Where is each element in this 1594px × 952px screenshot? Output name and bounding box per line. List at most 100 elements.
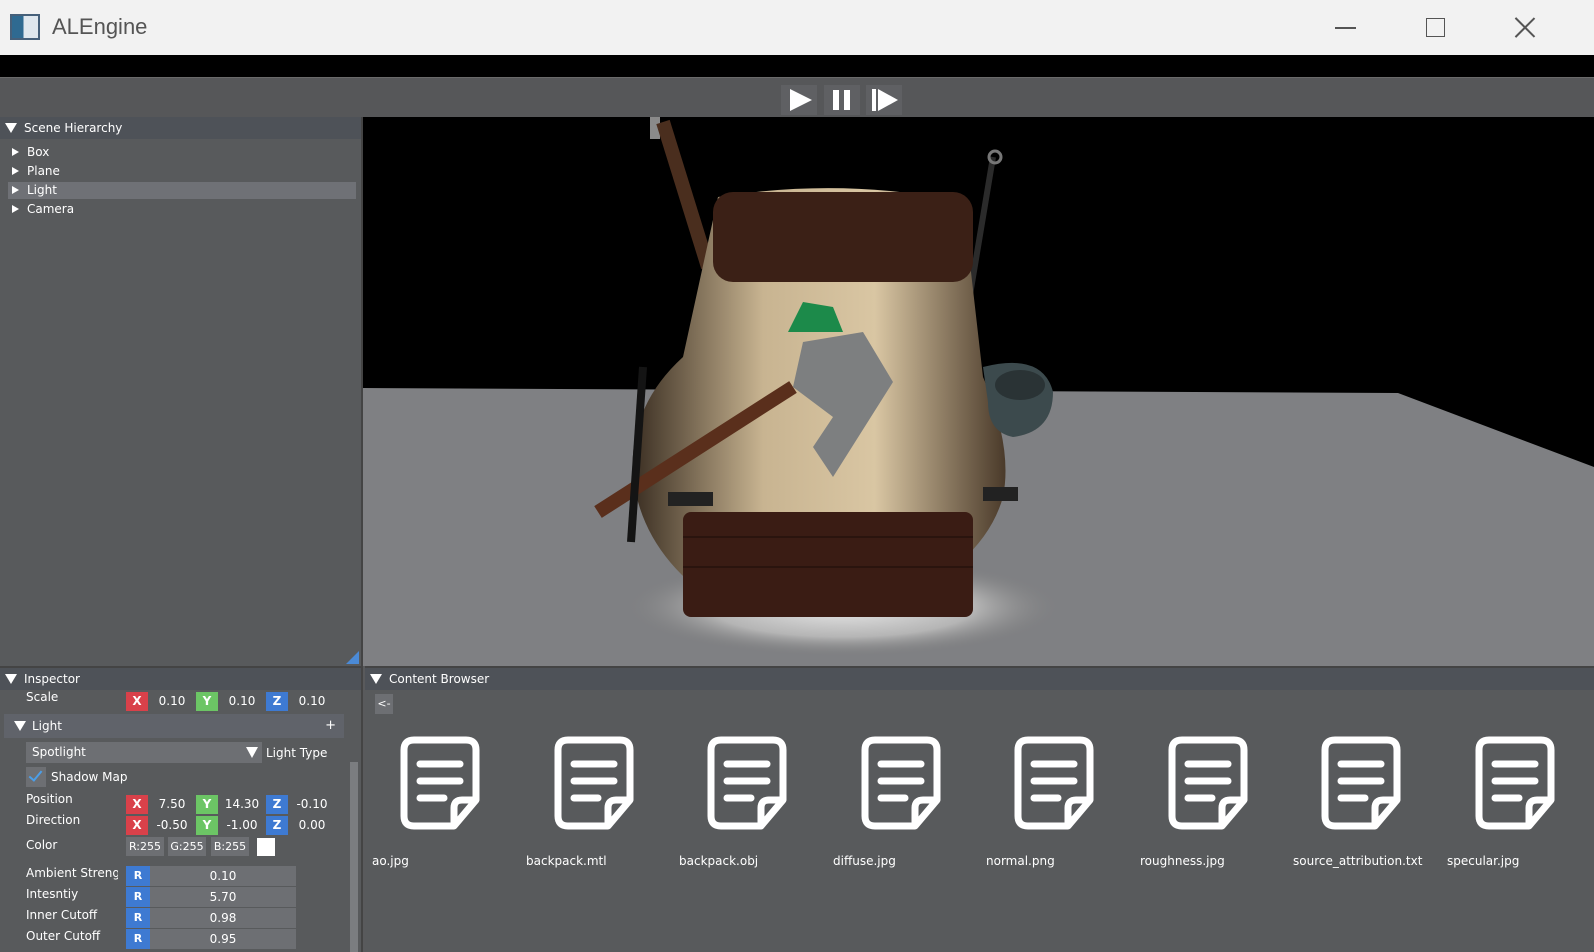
file-name: ao.jpg — [372, 854, 409, 868]
position-z-field[interactable]: -0.10 — [288, 795, 336, 814]
add-component-button[interactable]: + — [325, 714, 336, 738]
inspector-header[interactable]: Inspector — [0, 668, 361, 690]
app-icon — [10, 14, 40, 40]
step-button[interactable] — [866, 85, 902, 115]
back-button[interactable]: <- — [375, 694, 393, 714]
file-document-icon — [1168, 736, 1248, 830]
color-r-field[interactable]: R:255 — [126, 837, 164, 856]
scene-hierarchy-header[interactable]: Scene Hierarchy — [0, 117, 361, 139]
expand-arrow-icon — [12, 148, 19, 156]
file-document-icon — [707, 736, 787, 830]
direction-y-field[interactable]: -1.00 — [218, 816, 266, 835]
collapse-arrow-icon — [5, 674, 17, 684]
minimize-button[interactable] — [1300, 0, 1390, 55]
content-browser-title: Content Browser — [389, 672, 490, 686]
expand-arrow-icon — [12, 167, 19, 175]
file-item[interactable]: specular.jpg — [1447, 736, 1594, 876]
file-item[interactable]: source_attribution.txt — [1293, 736, 1443, 876]
scale-y-axis: Y — [196, 692, 218, 711]
maximize-icon — [1426, 18, 1445, 37]
inspector-title: Inspector — [24, 672, 80, 686]
viewport-render — [363, 117, 1594, 666]
file-document-icon — [1475, 736, 1555, 830]
expand-arrow-icon — [12, 205, 19, 213]
hierarchy-item-label: Box — [27, 145, 50, 159]
expand-arrow-icon — [12, 186, 19, 194]
play-button[interactable] — [781, 85, 817, 115]
collapse-arrow-icon — [5, 123, 17, 133]
scale-z-axis: Z — [266, 692, 288, 711]
position-x-axis: X — [126, 795, 148, 814]
position-y-axis: Y — [196, 795, 218, 814]
file-item[interactable]: diffuse.jpg — [833, 736, 983, 876]
inner-cutoff-label: Inner Cutoff — [26, 908, 98, 922]
direction-y-axis: Y — [196, 816, 218, 835]
checkmark-icon — [28, 767, 43, 782]
hierarchy-item-light[interactable]: Light — [8, 182, 356, 199]
resize-grip-icon[interactable] — [346, 651, 359, 664]
inner-cutoff-channel: R — [126, 908, 150, 928]
minimize-icon — [1335, 27, 1356, 29]
light-section-header[interactable]: Light + — [4, 714, 344, 738]
play-icon — [790, 89, 812, 111]
intensity-value: 5.70 — [209, 890, 237, 904]
color-b-field[interactable]: B:255 — [211, 837, 249, 856]
outer-cutoff-label: Outer Cutoff — [26, 929, 101, 943]
file-document-icon — [861, 736, 941, 830]
position-label: Position — [26, 792, 73, 806]
scale-y-field[interactable]: 0.10 — [218, 692, 266, 711]
position-x-field[interactable]: 7.50 — [148, 795, 196, 814]
direction-z-field[interactable]: 0.00 — [288, 816, 336, 835]
playback-toolbar — [0, 77, 1594, 117]
file-item[interactable]: backpack.obj — [679, 736, 829, 876]
light-type-dropdown[interactable]: Spotlight — [26, 742, 262, 763]
inspector-scrollbar[interactable] — [350, 762, 358, 952]
scene-viewport[interactable] — [363, 117, 1594, 666]
direction-x-field[interactable]: -0.50 — [148, 816, 196, 835]
file-item[interactable]: roughness.jpg — [1140, 736, 1290, 876]
intensity-label: Intesntiy — [26, 887, 79, 901]
file-item[interactable]: ao.jpg — [372, 736, 522, 876]
direction-label: Direction — [26, 813, 81, 827]
file-document-icon — [1014, 736, 1094, 830]
intensity-channel: R — [126, 887, 150, 907]
position-y-field[interactable]: 14.30 — [218, 795, 266, 814]
shadow-map-label: Shadow Map — [51, 770, 128, 784]
file-document-icon — [1321, 736, 1401, 830]
pause-icon — [833, 90, 839, 110]
collapse-arrow-icon — [370, 674, 382, 684]
file-name: source_attribution.txt — [1293, 854, 1423, 868]
hierarchy-item-label: Light — [27, 183, 57, 197]
file-item[interactable]: normal.png — [986, 736, 1136, 876]
ambient-strength-label: Ambient Strength — [26, 866, 118, 880]
file-name: backpack.obj — [679, 854, 759, 868]
hierarchy-item-box[interactable]: Box — [8, 144, 356, 161]
maximize-button[interactable] — [1390, 0, 1480, 55]
inner-cutoff-value: 0.98 — [209, 911, 237, 925]
light-type-label: Light Type — [266, 746, 328, 760]
menu-strip — [0, 55, 1594, 77]
direction-z-axis: Z — [266, 816, 288, 835]
color-g-field[interactable]: G:255 — [168, 837, 206, 856]
position-z-axis: Z — [266, 795, 288, 814]
hierarchy-item-label: Camera — [27, 202, 75, 216]
pause-button[interactable] — [824, 85, 860, 115]
hierarchy-item-camera[interactable]: Camera — [8, 201, 356, 218]
scene-hierarchy-title: Scene Hierarchy — [24, 121, 123, 135]
scale-z-field[interactable]: 0.10 — [288, 692, 336, 711]
outer-cutoff-value: 0.95 — [209, 932, 237, 946]
color-label: Color — [26, 838, 58, 852]
color-swatch[interactable] — [257, 838, 275, 856]
shadow-map-checkbox[interactable] — [26, 767, 46, 787]
collapse-arrow-icon — [14, 721, 26, 731]
file-name: normal.png — [986, 854, 1055, 868]
file-name: diffuse.jpg — [833, 854, 896, 868]
scale-x-field[interactable]: 0.10 — [148, 692, 196, 711]
close-button[interactable] — [1480, 0, 1570, 55]
scene-hierarchy-panel: Scene Hierarchy Box Plane Light Camera — [0, 117, 363, 666]
file-name: specular.jpg — [1447, 854, 1520, 868]
content-browser-header[interactable]: Content Browser — [365, 668, 1594, 690]
hierarchy-item-plane[interactable]: Plane — [8, 163, 356, 180]
file-item[interactable]: backpack.mtl — [526, 736, 676, 876]
scale-x-axis: X — [126, 692, 148, 711]
